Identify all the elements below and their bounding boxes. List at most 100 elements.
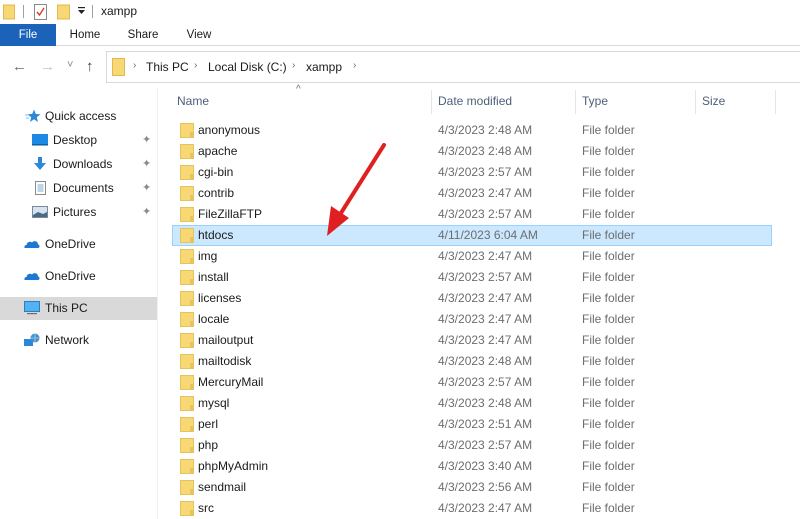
file-date-modified: 4/3/2023 2:48 AM (438, 396, 533, 410)
pane-divider[interactable] (157, 88, 158, 519)
file-type: File folder (582, 186, 635, 200)
breadcrumb-local-disk[interactable]: Local Disk (C:) (208, 60, 287, 74)
file-name: htdocs (198, 228, 234, 242)
file-row[interactable]: mysql 4/3/2023 2:48 AM File folder (172, 393, 772, 414)
file-type: File folder (582, 396, 635, 410)
file-row[interactable]: anonymous 4/3/2023 2:48 AM File folder (172, 120, 772, 141)
sidebar-item-label: OneDrive (45, 237, 96, 251)
forward-button[interactable]: → (40, 58, 55, 75)
navigation-pane: Quick access Desktop ✦ Downloads ✦ Docum… (0, 88, 157, 519)
recent-locations-button[interactable]: ˅ (67, 59, 73, 71)
sidebar-item-onedrive[interactable]: OneDrive (0, 265, 157, 288)
breadcrumb-separator[interactable]: › (133, 60, 136, 71)
back-button[interactable]: ← (12, 58, 27, 75)
sidebar-item-label: Pictures (53, 205, 97, 219)
column-header-size[interactable]: Size (702, 94, 725, 108)
folder-icon (180, 207, 194, 222)
file-row[interactable]: install 4/3/2023 2:57 AM File folder (172, 267, 772, 288)
file-row[interactable]: locale 4/3/2023 2:47 AM File folder (172, 309, 772, 330)
file-type: File folder (582, 123, 635, 137)
tab-home[interactable]: Home (62, 24, 108, 46)
file-type: File folder (582, 144, 635, 158)
column-divider[interactable] (575, 90, 576, 114)
up-button[interactable]: ↑ (86, 58, 94, 75)
file-date-modified: 4/3/2023 2:57 AM (438, 207, 533, 221)
breadcrumb-this-pc[interactable]: This PC (146, 60, 189, 74)
column-divider[interactable] (775, 90, 776, 114)
pin-icon[interactable]: ✦ (142, 181, 151, 194)
folder-icon (180, 396, 194, 411)
file-type: File folder (582, 438, 635, 452)
column-header-name[interactable]: Name (177, 94, 209, 108)
pin-icon[interactable]: ✦ (142, 205, 151, 218)
customize-dropdown-icon[interactable] (77, 7, 86, 16)
file-date-modified: 4/3/2023 2:57 AM (438, 270, 533, 284)
file-date-modified: 4/3/2023 2:48 AM (438, 144, 533, 158)
file-row[interactable]: htdocs 4/11/2023 6:04 AM File folder (172, 225, 772, 246)
file-row[interactable]: phpMyAdmin 4/3/2023 3:40 AM File folder (172, 456, 772, 477)
sidebar-item-network[interactable]: Network (0, 329, 157, 352)
file-row[interactable]: FileZillaFTP 4/3/2023 2:57 AM File folder (172, 204, 772, 225)
pin-icon[interactable]: ✦ (142, 157, 151, 170)
folder-icon (180, 270, 194, 285)
column-divider[interactable] (431, 90, 432, 114)
file-type: File folder (582, 249, 635, 263)
file-date-modified: 4/3/2023 2:57 AM (438, 375, 533, 389)
file-row[interactable]: php 4/3/2023 2:57 AM File folder (172, 435, 772, 456)
breadcrumb-separator[interactable]: › (292, 60, 295, 71)
sidebar-item-pictures[interactable]: Pictures ✦ (0, 201, 157, 224)
folder-icon (180, 312, 194, 327)
folder-icon[interactable] (3, 4, 15, 20)
folder-icon (180, 501, 194, 516)
sidebar-item-desktop[interactable]: Desktop ✦ (0, 129, 157, 152)
pin-icon[interactable]: ✦ (142, 133, 151, 146)
sidebar-item-onedrive[interactable]: OneDrive (0, 233, 157, 256)
sidebar-item-label: OneDrive (45, 269, 96, 283)
file-row[interactable]: apache 4/3/2023 2:48 AM File folder (172, 141, 772, 162)
tab-share[interactable]: Share (120, 24, 166, 46)
new-folder-icon[interactable] (57, 4, 70, 20)
file-type: File folder (582, 417, 635, 431)
file-row[interactable]: src 4/3/2023 2:47 AM File folder (172, 498, 772, 519)
file-date-modified: 4/3/2023 2:48 AM (438, 354, 533, 368)
file-row[interactable]: sendmail 4/3/2023 2:56 AM File folder (172, 477, 772, 498)
file-date-modified: 4/3/2023 2:47 AM (438, 333, 533, 347)
breadcrumb-separator[interactable]: › (353, 60, 356, 71)
sidebar-item-documents[interactable]: Documents ✦ (0, 177, 157, 200)
address-bar[interactable]: › This PC › Local Disk (C:) › xampp › (106, 51, 800, 83)
folder-icon (112, 58, 125, 76)
folder-icon (180, 249, 194, 264)
sidebar-item-label: Network (45, 333, 90, 347)
column-divider[interactable] (695, 90, 696, 114)
column-header-date-modified[interactable]: Date modified (438, 94, 512, 108)
file-name: src (198, 501, 214, 515)
folder-icon (180, 123, 194, 138)
sidebar-item-downloads[interactable]: Downloads ✦ (0, 153, 157, 176)
file-row[interactable]: mailtodisk 4/3/2023 2:48 AM File folder (172, 351, 772, 372)
tab-file[interactable]: File (0, 24, 56, 46)
documents-icon (35, 181, 46, 195)
file-date-modified: 4/3/2023 2:47 AM (438, 501, 533, 515)
file-name: cgi-bin (198, 165, 234, 179)
sidebar-item-quick-access[interactable]: Quick access (0, 105, 157, 128)
file-row[interactable]: cgi-bin 4/3/2023 2:57 AM File folder (172, 162, 772, 183)
sidebar-item-this-pc[interactable]: This PC (0, 297, 157, 320)
properties-icon[interactable] (34, 4, 47, 20)
file-row[interactable]: MercuryMail 4/3/2023 2:57 AM File folder (172, 372, 772, 393)
file-row[interactable]: img 4/3/2023 2:47 AM File folder (172, 246, 772, 267)
column-header-type[interactable]: Type (582, 94, 608, 108)
file-row[interactable]: licenses 4/3/2023 2:47 AM File folder (172, 288, 772, 309)
breadcrumb-xampp[interactable]: xampp (306, 60, 342, 74)
file-row[interactable]: perl 4/3/2023 2:51 AM File folder (172, 414, 772, 435)
folder-icon (180, 375, 194, 390)
folder-icon (180, 354, 194, 369)
tab-view[interactable]: View (176, 24, 222, 46)
breadcrumb-separator[interactable]: › (194, 60, 197, 71)
file-type: File folder (582, 480, 635, 494)
file-row[interactable]: contrib 4/3/2023 2:47 AM File folder (172, 183, 772, 204)
file-name: apache (198, 144, 238, 158)
file-name: php (198, 438, 219, 452)
file-row[interactable]: mailoutput 4/3/2023 2:47 AM File folder (172, 330, 772, 351)
file-date-modified: 4/3/2023 2:47 AM (438, 186, 533, 200)
toolbar-divider (23, 5, 24, 18)
